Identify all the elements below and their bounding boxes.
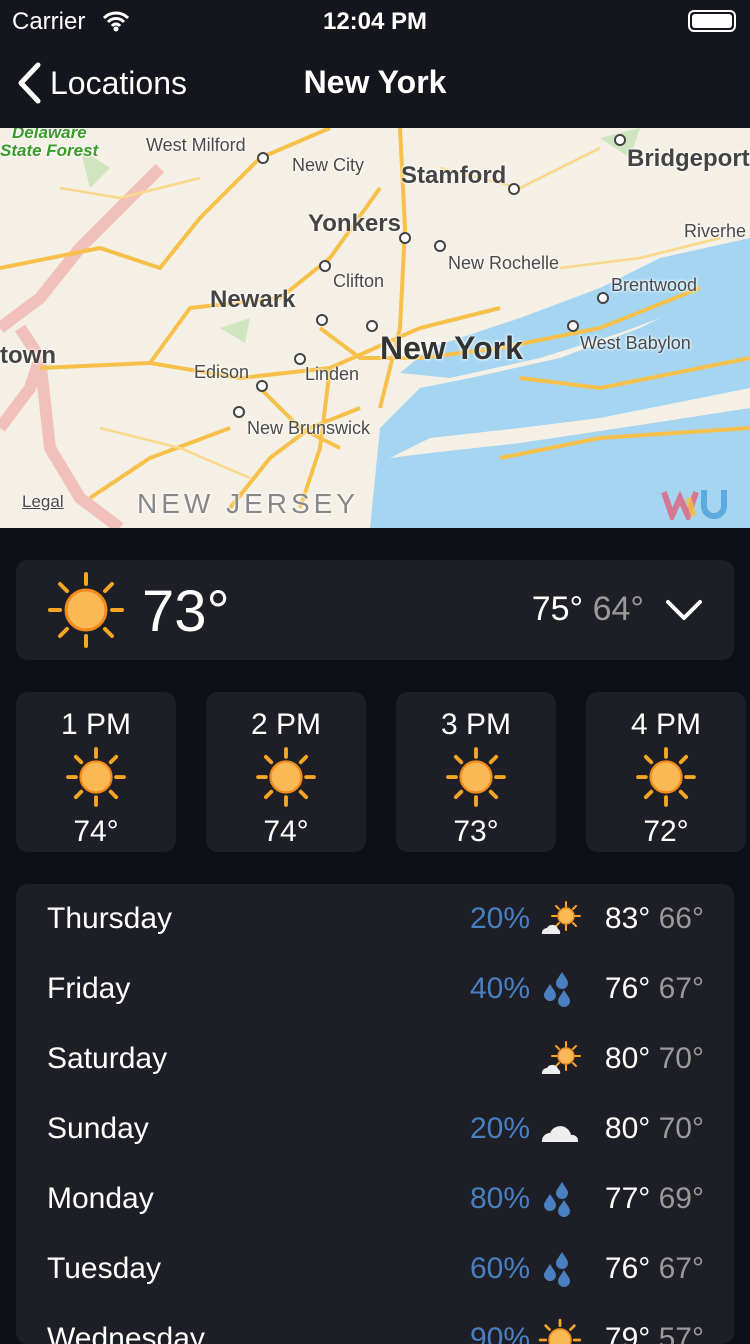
day-high: 77° xyxy=(604,1182,651,1215)
wu-logo xyxy=(661,490,727,520)
rain-drops-icon xyxy=(544,1182,570,1217)
map-label: New York xyxy=(380,330,523,366)
map-view[interactable]: Delaware State Forest West Milford New C… xyxy=(0,128,750,528)
hour-label: 4 PM xyxy=(630,708,702,741)
clock: 12:04 PM xyxy=(322,8,428,35)
back-button[interactable]: Locations xyxy=(16,62,187,104)
map-label: New Rochelle xyxy=(448,253,560,273)
day-name: Thursday xyxy=(47,902,173,935)
day-high: 76° xyxy=(604,972,651,1005)
hour-temperature: 74° xyxy=(73,815,119,848)
precip-chance: 60% xyxy=(469,1252,530,1285)
precip-chance: 80% xyxy=(469,1182,530,1215)
day-low: 69° xyxy=(658,1182,704,1215)
day-name: Saturday xyxy=(47,1042,168,1075)
hour-label: 2 PM xyxy=(250,708,322,741)
day-low: 67° xyxy=(658,1252,704,1285)
precip-chance: 20% xyxy=(469,1112,530,1145)
map-label: Newark xyxy=(210,286,296,313)
day-low: 70° xyxy=(658,1042,704,1075)
rain-drops-icon xyxy=(544,972,570,1007)
hour-temperature: 73° xyxy=(453,815,499,848)
daily-forecast-row[interactable]: Sunday 20% 80° 70° xyxy=(16,1094,734,1164)
day-low: 66° xyxy=(658,902,704,935)
today-high-low: 75° 64° xyxy=(532,590,644,629)
daily-forecast-row[interactable]: Wednesday 90% 79° 57° xyxy=(16,1304,734,1344)
map-label: West Babylon xyxy=(580,333,691,353)
daily-forecast-row[interactable]: Saturday 80° 70° xyxy=(16,1024,734,1094)
map-label: Brentwood xyxy=(611,275,698,295)
map-label: Linden xyxy=(305,364,360,384)
day-name: Friday xyxy=(47,972,131,1005)
precip-chance: 90% xyxy=(469,1322,530,1344)
partly-sunny-icon xyxy=(541,1041,581,1074)
day-high: 83° xyxy=(604,902,651,935)
daily-forecast-row[interactable]: Tuesday 60% 76° 67° xyxy=(16,1234,734,1304)
hour-label: 3 PM xyxy=(440,708,512,741)
day-high: 80° xyxy=(604,1042,651,1075)
hour-label: 1 PM xyxy=(60,708,132,741)
daily-forecast-row[interactable]: Thursday 20% 83° 66° xyxy=(16,884,734,954)
map-graphics xyxy=(0,128,750,528)
map-label: State Forest xyxy=(0,141,99,160)
day-name: Monday xyxy=(47,1182,154,1215)
map-label: town xyxy=(0,342,56,369)
day-high: 79° xyxy=(604,1322,651,1344)
partly-sunny-icon xyxy=(541,901,581,934)
chevron-down-icon[interactable] xyxy=(664,596,704,624)
back-label: Locations xyxy=(50,64,187,101)
map-label: New City xyxy=(292,155,365,175)
today-high: 75° xyxy=(531,590,584,628)
sun-icon xyxy=(538,1318,582,1344)
day-low: 67° xyxy=(658,972,704,1005)
day-name: Sunday xyxy=(47,1112,149,1145)
sun-icon xyxy=(66,747,126,807)
hourly-forecast-item[interactable]: 1 PM 74° xyxy=(16,692,176,852)
map-label: NEW JERSEY xyxy=(137,488,360,519)
hourly-forecast-item[interactable]: 2 PM 74° xyxy=(206,692,366,852)
sun-icon xyxy=(256,747,316,807)
hourly-forecast-item[interactable]: 4 PM 72° xyxy=(586,692,746,852)
precip-chance: 40% xyxy=(469,972,530,1005)
day-high: 80° xyxy=(604,1112,651,1145)
sun-icon xyxy=(446,747,506,807)
day-name: Tuesday xyxy=(47,1252,161,1285)
map-label: Clifton xyxy=(333,271,385,291)
hour-temperature: 74° xyxy=(263,815,309,848)
map-label: Edison xyxy=(194,362,250,382)
hour-temperature: 72° xyxy=(643,815,689,848)
precip-chance: 20% xyxy=(469,902,530,935)
sun-icon xyxy=(636,747,696,807)
day-high: 76° xyxy=(604,1252,651,1285)
sun-icon xyxy=(48,572,124,648)
map-label: West Milford xyxy=(146,135,246,155)
cloud-icon xyxy=(541,1126,579,1142)
today-low: 64° xyxy=(592,590,644,628)
battery-icon xyxy=(688,10,736,32)
chevron-left-icon xyxy=(18,62,41,104)
rain-drops-icon xyxy=(544,1252,570,1287)
map-label: Bridgeport xyxy=(627,145,750,172)
day-low: 70° xyxy=(658,1112,704,1145)
daily-forecast-row[interactable]: Monday 80% 77° 69° xyxy=(16,1164,734,1234)
map-label: Stamford xyxy=(401,162,507,189)
map-label: Riverhe xyxy=(684,221,747,241)
map-label: Yonkers xyxy=(308,210,401,237)
day-low: 57° xyxy=(658,1322,704,1344)
current-temperature: 73° xyxy=(142,579,230,644)
status-bar: Carrier 12:04 PM xyxy=(0,0,750,40)
legal-link[interactable]: Legal xyxy=(22,492,64,512)
navigation-bar: Locations New York xyxy=(0,40,750,128)
daily-forecast-list: Thursday 20% 83° 66° Friday 40% 76° 67° Saturd… xyxy=(16,884,734,1344)
map-label: New Brunswick xyxy=(247,418,371,438)
day-name: Wednesday xyxy=(47,1322,205,1344)
hourly-forecast-item[interactable]: 3 PM 73° xyxy=(396,692,556,852)
daily-forecast-row[interactable]: Friday 40% 76° 67° xyxy=(16,954,734,1024)
current-conditions[interactable]: 73° 75° 64° xyxy=(16,560,734,660)
